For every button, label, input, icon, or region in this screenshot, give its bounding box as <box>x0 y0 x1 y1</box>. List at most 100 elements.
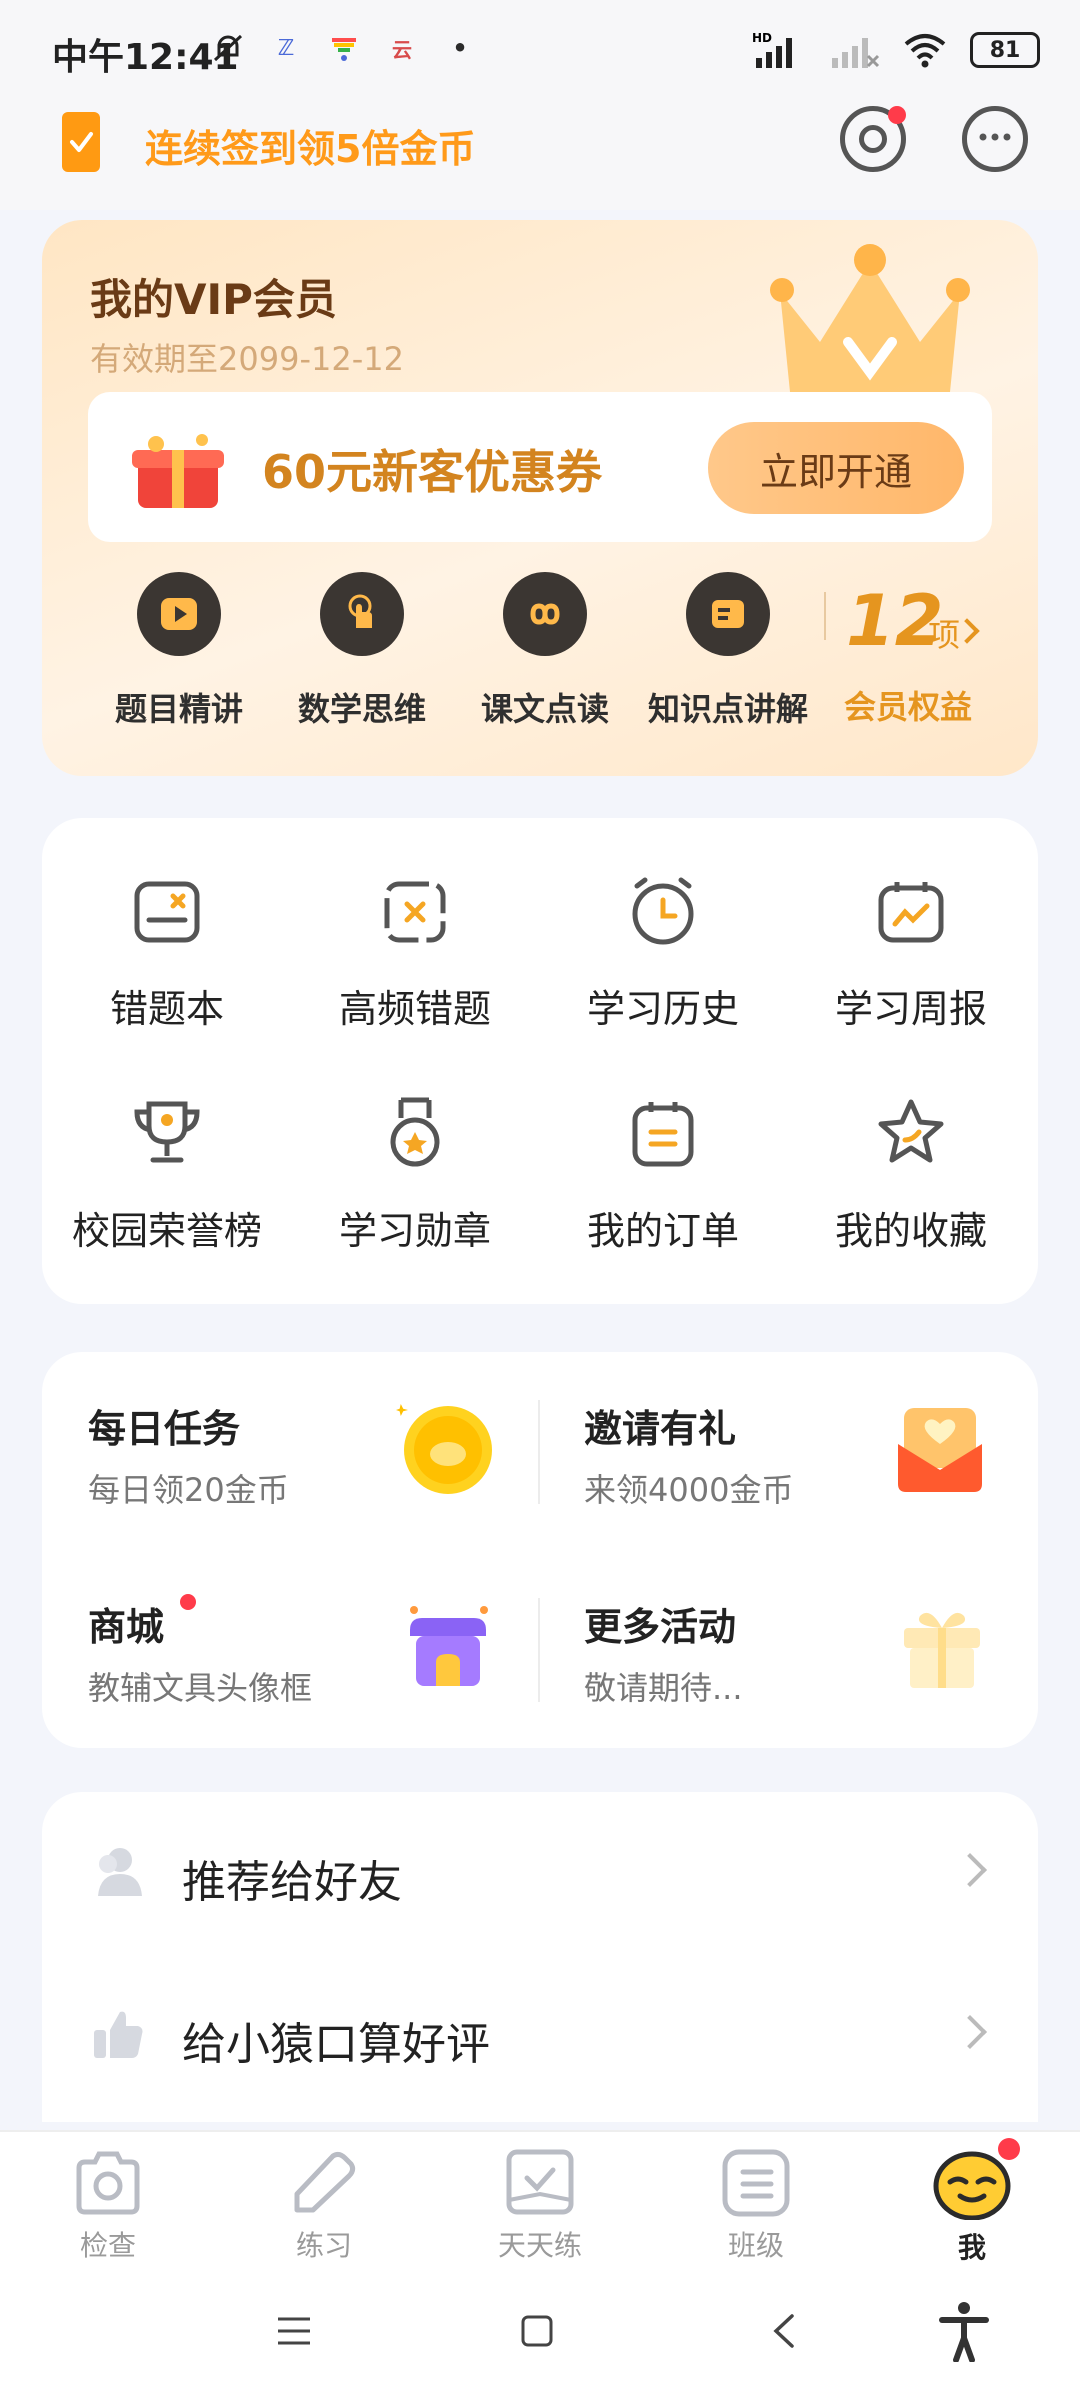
wrong-book-icon <box>134 881 200 943</box>
camera-icon <box>76 2151 140 2215</box>
frequent-errors-icon <box>384 881 446 943</box>
tool-my-orders[interactable]: 我的订单 <box>548 1092 778 1255</box>
list-icon <box>722 2149 790 2217</box>
app-badge-icon: 云 <box>392 37 412 62</box>
nav-label: 练习 <box>295 2229 352 2262</box>
message-icon[interactable] <box>962 106 1028 172</box>
home-icon[interactable] <box>520 2314 554 2348</box>
vip-rights-label[interactable]: 会员权益 <box>844 682 972 728</box>
checkin-task-icon[interactable] <box>62 112 100 172</box>
signal-hd-icon: HD <box>752 31 792 68</box>
battery-indicator: 81 <box>970 32 1040 68</box>
vip-feature-label: 数学思维 <box>297 690 426 728</box>
vip-feature-label: 知识点讲解 <box>647 690 808 728</box>
list-item-label: 给小猿口算好评 <box>182 2019 490 2070</box>
activity-subtitle: 来领4000金币 <box>584 1471 794 1509</box>
activity-subtitle: 教辅文具头像框 <box>88 1669 313 1707</box>
tap-hand-icon <box>320 572 404 656</box>
shop-icon <box>410 1606 488 1686</box>
calendar-chart-icon <box>878 882 944 943</box>
vip-expiry: 有效期至2099-12-12 <box>90 340 404 378</box>
tool-label: 我的订单 <box>586 1209 739 1253</box>
thumbs-up-icon <box>94 2011 143 2058</box>
nav-tab-daily[interactable]: 天天练 <box>460 2148 620 2264</box>
nav-tab-check[interactable]: 检查 <box>28 2148 188 2264</box>
list-item-label: 推荐给好友 <box>182 1857 402 1908</box>
tool-label: 错题本 <box>109 987 224 1031</box>
vip-feature-reading[interactable]: 课文点读 <box>460 572 630 730</box>
activity-subtitle: 敬请期待... <box>584 1669 743 1707</box>
menu-icon[interactable] <box>276 2316 312 2346</box>
vip-feature-questions[interactable]: 题目精讲 <box>94 572 264 730</box>
checkin-banner-text[interactable]: 连续签到领5倍金币 <box>145 118 475 173</box>
nav-tab-class[interactable]: 班级 <box>676 2148 836 2264</box>
open-vip-button[interactable]: 立即开通 <box>708 422 964 514</box>
vip-title: 我的VIP会员 <box>90 275 337 324</box>
tool-label: 学习勋章 <box>338 1209 491 1253</box>
activity-divider <box>538 1598 540 1702</box>
activity-title: 更多活动 <box>584 1605 737 1649</box>
settings-inner-ring <box>859 125 887 153</box>
nav-tab-me[interactable]: 我 <box>892 2146 1052 2266</box>
svg-text:HD: HD <box>752 31 772 45</box>
tool-study-medal[interactable]: 学习勋章 <box>300 1092 530 1255</box>
activity-shop[interactable]: 商城 教辅文具头像框 <box>88 1596 312 1709</box>
activity-daily-task[interactable]: 每日任务 每日领20金币 <box>88 1398 289 1511</box>
play-icon <box>137 572 221 656</box>
nav-label: 我 <box>957 2231 986 2264</box>
nav-label: 班级 <box>727 2229 784 2262</box>
activity-invite[interactable]: 邀请有礼 来领4000金币 <box>584 1398 793 1511</box>
shop-notification-dot <box>180 1594 196 1610</box>
daily-check-icon <box>506 2149 574 2215</box>
tool-wrong-book[interactable]: 错题本 <box>52 870 282 1033</box>
tool-weekly-report[interactable]: 学习周报 <box>796 870 1026 1033</box>
vip-feature-label: 题目精讲 <box>114 690 243 728</box>
signal-off-icon <box>832 38 880 68</box>
wifi-icon <box>904 34 946 68</box>
activity-more[interactable]: 更多活动 敬请期待... <box>584 1596 743 1709</box>
list-item-rate[interactable]: 给小猿口算好评 <box>42 1952 1038 2112</box>
order-icon <box>632 1102 694 1167</box>
tool-label: 学习周报 <box>834 987 987 1031</box>
activity-divider <box>538 1400 540 1504</box>
pencil-tag-icon <box>294 2151 356 2213</box>
me-notification-dot <box>998 2138 1020 2160</box>
mute-bell-icon <box>210 30 246 66</box>
tool-label: 校园荣誉榜 <box>71 1209 262 1253</box>
activity-title: 每日任务 <box>88 1407 241 1451</box>
trophy-icon <box>134 1101 200 1163</box>
nav-tab-practice[interactable]: 练习 <box>244 2148 404 2264</box>
list-item-recommend[interactable]: 推荐给好友 <box>42 1792 1038 1952</box>
tool-label: 高频错题 <box>338 987 491 1031</box>
status-notification-icons: ℤ 云 • <box>210 30 478 66</box>
activity-title: 商城 <box>88 1605 165 1649</box>
vip-rights-unit[interactable]: 项 <box>928 610 960 656</box>
card-icon <box>686 572 770 656</box>
app-notification-icon: ℤ <box>277 35 295 61</box>
tool-label: 我的收藏 <box>834 1209 987 1253</box>
friends-icon <box>98 1848 142 1896</box>
tool-my-favorites[interactable]: 我的收藏 <box>796 1092 1026 1255</box>
accessibility-icon[interactable] <box>936 2300 992 2362</box>
tool-honor-board[interactable]: 校园荣誉榜 <box>52 1092 282 1255</box>
vip-crown-icon <box>760 232 980 392</box>
gift-icon <box>904 1612 980 1688</box>
tool-study-history[interactable]: 学习历史 <box>548 870 778 1033</box>
nav-label: 检查 <box>79 2229 136 2262</box>
star-icon <box>878 1099 944 1163</box>
infinity-icon <box>503 572 587 656</box>
chevron-right-icon <box>953 1853 987 1887</box>
activity-subtitle: 每日领20金币 <box>88 1471 289 1509</box>
settings-notification-dot <box>888 106 906 124</box>
vip-feature-knowledge[interactable]: 知识点讲解 <box>643 572 813 730</box>
envelope-heart-icon <box>898 1408 982 1492</box>
vip-feature-math[interactable]: 数学思维 <box>277 572 447 730</box>
clock-icon <box>632 877 694 945</box>
tool-frequent-errors[interactable]: 高频错题 <box>300 870 530 1033</box>
more-dot-icon: • <box>452 34 468 62</box>
coupon-text: 60元新客优惠券 <box>262 445 603 499</box>
back-icon[interactable] <box>770 2312 796 2350</box>
activity-title: 邀请有礼 <box>584 1407 737 1451</box>
chevron-right-icon <box>953 2015 987 2049</box>
coin-icon <box>396 1404 492 1494</box>
